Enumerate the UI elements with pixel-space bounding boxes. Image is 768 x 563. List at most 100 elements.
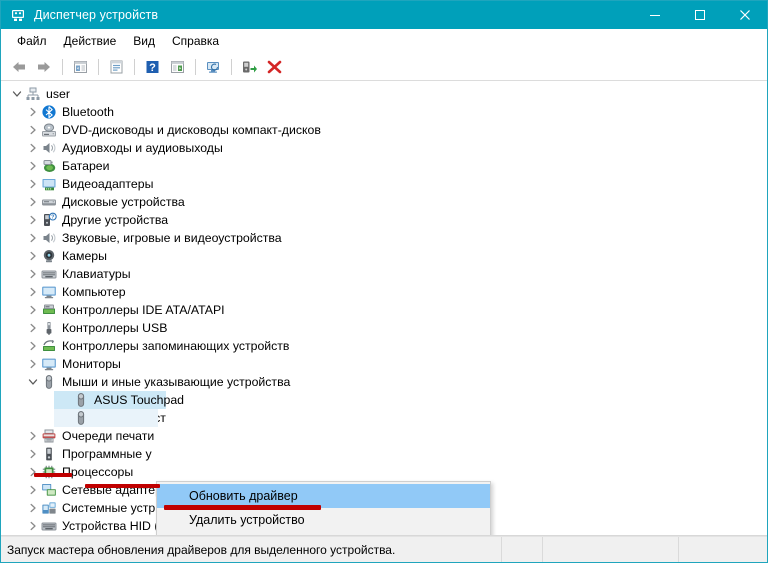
tree-node[interactable]: HID-совмест (1, 409, 767, 427)
tree-node[interactable]: Очереди печати (1, 427, 767, 445)
chevron-right-icon[interactable] (25, 121, 41, 139)
tree-node[interactable]: Видеоадаптеры (1, 175, 767, 193)
chevron-right-icon[interactable] (25, 337, 41, 355)
chevron-down-icon[interactable] (9, 85, 25, 103)
menu-view[interactable]: Вид (125, 31, 164, 51)
tree-node-label: Звуковые, игровые и видеоустройства (62, 231, 282, 245)
tree-node[interactable]: Контроллеры USB (1, 319, 767, 337)
tree-node-label: Контроллеры запоминающих устройств (62, 339, 290, 353)
tree-node-label: Камеры (62, 249, 107, 263)
tree-node[interactable]: Клавиатуры (1, 265, 767, 283)
tree-node[interactable]: Программные у (1, 445, 767, 463)
chevron-right-icon[interactable] (25, 481, 41, 499)
chevron-right-icon[interactable] (25, 211, 41, 229)
chevron-right-icon[interactable] (25, 103, 41, 121)
context-menu-separator (159, 535, 488, 536)
tree-node[interactable]: Аудиовходы и аудиовыходы (1, 139, 767, 157)
tree-node[interactable]: Компьютер (1, 283, 767, 301)
help-icon[interactable]: ? (140, 56, 164, 78)
chevron-right-icon[interactable] (25, 355, 41, 373)
chevron-right-icon[interactable] (25, 157, 41, 175)
chevron-down-icon[interactable] (25, 373, 41, 391)
system-device-icon (41, 500, 57, 516)
chevron-right-icon[interactable] (25, 283, 41, 301)
hid-device-icon (41, 518, 57, 534)
bluetooth-icon (41, 104, 57, 120)
show-hide-console-tree-icon[interactable] (68, 56, 92, 78)
tree-node-label: DVD-дисководы и дисководы компакт-дисков (62, 123, 321, 137)
maximize-icon[interactable] (677, 1, 722, 29)
tree-node-label: ASUS Touchpad (94, 393, 185, 407)
tree-node[interactable]: Камеры (1, 247, 767, 265)
chevron-right-icon[interactable] (25, 427, 41, 445)
menu-help[interactable]: Справка (164, 31, 228, 51)
menu-bar: Файл Действие Вид Справка (1, 29, 767, 54)
chevron-right-icon[interactable] (25, 265, 41, 283)
chevron-right-icon[interactable] (25, 319, 41, 337)
tree-node[interactable]: Дисковые устройства (1, 193, 767, 211)
tree-node[interactable]: DVD-дисководы и дисководы компакт-дисков (1, 121, 767, 139)
chevron-right-icon[interactable] (25, 193, 41, 211)
uninstall-device-icon[interactable] (262, 56, 286, 78)
minimize-icon[interactable] (632, 1, 677, 29)
tree-node[interactable]: Контроллеры IDE ATA/ATAPI (1, 301, 767, 319)
device-tree-pane[interactable]: user Bluetooth DVD-дисководы и дисководы к… (1, 81, 767, 536)
monitor-icon (41, 284, 57, 300)
chevron-right-icon[interactable] (25, 139, 41, 157)
annotation-underline-update-driver (164, 505, 321, 510)
status-pane-1 (501, 537, 542, 562)
window-title: Диспетчер устройств (34, 8, 159, 22)
properties-icon[interactable] (104, 56, 128, 78)
menu-file[interactable]: Файл (9, 31, 56, 51)
menu-action[interactable]: Действие (56, 31, 126, 51)
chevron-right-icon[interactable] (25, 247, 41, 265)
toolbar: ? (1, 54, 767, 81)
monitor-icon (41, 356, 57, 372)
tree-node[interactable]: Звуковые, игровые и видеоустройства (1, 229, 767, 247)
context-menu-item[interactable]: Удалить устройство (157, 508, 490, 532)
window-controls (632, 1, 767, 29)
chevron-right-icon[interactable] (25, 229, 41, 247)
tree-node-label: Видеоадаптеры (62, 177, 154, 191)
print-queue-icon (41, 428, 57, 444)
chevron-right-icon[interactable] (25, 517, 41, 535)
chevron-right-icon[interactable] (25, 463, 41, 481)
svg-text:?: ? (149, 62, 156, 74)
tree-node-label: Программные у (62, 447, 152, 461)
close-icon[interactable] (722, 1, 767, 29)
display-adapter-icon (41, 176, 57, 192)
chevron-right-icon[interactable] (25, 445, 41, 463)
tree-node[interactable]: Контроллеры запоминающих устройств (1, 337, 767, 355)
device-manager-icon (10, 7, 26, 23)
chevron-right-icon[interactable] (25, 499, 41, 517)
toolbar-separator (231, 59, 232, 75)
tree-node[interactable]: Мониторы (1, 355, 767, 373)
audio-icon (41, 140, 57, 156)
tree-node[interactable]: user (1, 85, 767, 103)
toolbar-separator (134, 59, 135, 75)
chevron-right-icon[interactable] (25, 175, 41, 193)
tree-node[interactable]: ? Другие устройства (1, 211, 767, 229)
camera-icon (41, 248, 57, 264)
tree-node[interactable]: Батареи (1, 157, 767, 175)
selection-highlight (54, 409, 158, 427)
scan-hardware-changes-icon[interactable] (201, 56, 225, 78)
tree-node[interactable]: Процессоры (1, 463, 767, 481)
back-icon[interactable] (7, 56, 31, 78)
tree-node[interactable]: Мыши и иные указывающие устройства (1, 373, 767, 391)
forward-icon[interactable] (32, 56, 56, 78)
keyboard-icon (41, 266, 57, 282)
tree-node-label: Системные устр (62, 501, 156, 515)
software-device-icon (41, 446, 57, 462)
tree-node[interactable]: ASUS Touchpad (1, 391, 767, 409)
tree-node-label: Клавиатуры (62, 267, 131, 281)
show-hide-action-pane-icon[interactable] (165, 56, 189, 78)
tree-node[interactable]: Bluetooth (1, 103, 767, 121)
computer-root-icon (25, 86, 41, 102)
battery-icon (41, 158, 57, 174)
status-pane-3 (678, 537, 767, 562)
chevron-right-icon[interactable] (25, 301, 41, 319)
title-bar[interactable]: Диспетчер устройств (1, 1, 767, 29)
toolbar-separator (98, 59, 99, 75)
update-driver-icon[interactable] (237, 56, 261, 78)
